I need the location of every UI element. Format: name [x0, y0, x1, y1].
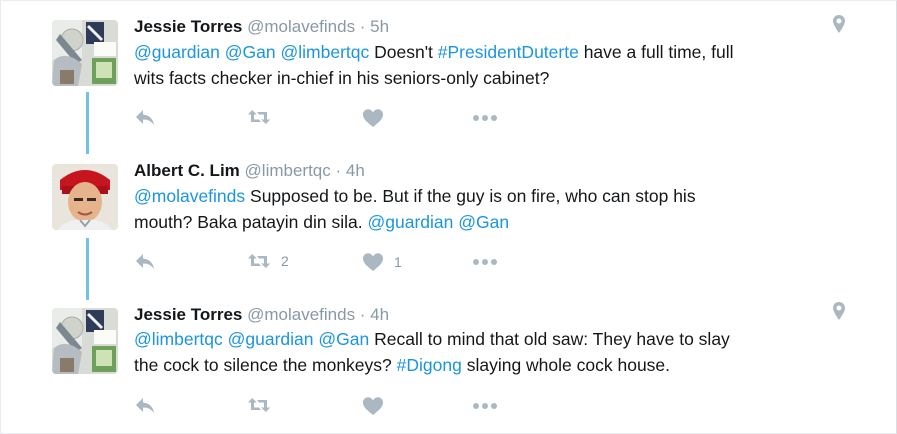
tweet-text-line: @molavefinds Supposed to be. But if the … [134, 183, 834, 209]
more-icon [472, 402, 498, 410]
retweet-icon [247, 108, 271, 126]
tweet-text: @limbertqc @guardian @Gan Recall to mind… [134, 326, 834, 378]
more-icon [472, 114, 498, 122]
tweet-header: Jessie Torres @molavefinds · 5h [134, 17, 389, 37]
timestamp[interactable]: · 4h [331, 161, 364, 180]
fullname[interactable]: Albert C. Lim [134, 161, 240, 180]
tweet-text-segment: the cock to silence the monkeys? [134, 355, 397, 375]
location-pin-icon[interactable] [832, 14, 846, 39]
mention-link[interactable]: @limbertqc [280, 42, 369, 62]
mention-link[interactable]: @Gan [458, 212, 509, 232]
heart-icon [362, 108, 384, 128]
avatar[interactable] [52, 164, 118, 230]
mention-link[interactable]: @Gan [225, 42, 276, 62]
more-button[interactable] [472, 114, 498, 122]
thread-connector [86, 238, 89, 300]
fullname[interactable]: Jessie Torres [134, 305, 242, 324]
tweet-text-line: @limbertqc @guardian @Gan Recall to mind… [134, 326, 834, 352]
mention-link[interactable]: @guardian [134, 42, 220, 62]
tweet-text: @guardian @Gan @limbertqc Doesn't #Presi… [134, 39, 834, 91]
thread-connector [86, 92, 89, 154]
tweet-text-line: mouth? Baka patayin din sila. @guardian … [134, 209, 834, 235]
mention-link[interactable]: @molavefinds [134, 186, 245, 206]
like-button[interactable] [362, 396, 394, 416]
heart-icon [362, 396, 384, 416]
tweet-text-segment: have a full time, full [578, 42, 734, 62]
tweet-text-line: wits facts checker in-chief in his senio… [134, 65, 834, 91]
tweet-text-line: @guardian @Gan @limbertqc Doesn't #Presi… [134, 39, 834, 65]
retweet-icon [247, 252, 271, 270]
reply-button[interactable] [134, 252, 156, 270]
retweet-button[interactable]: 2 [247, 252, 289, 270]
fullname[interactable]: Jessie Torres [134, 17, 242, 36]
like-button[interactable]: 1 [362, 252, 402, 272]
retweet-icon [247, 396, 271, 414]
reply-icon [134, 108, 156, 126]
tweet-header: Albert C. Lim @limbertqc · 4h [134, 161, 365, 181]
timestamp[interactable]: · 5h [355, 17, 389, 36]
username[interactable]: @molavefinds [247, 305, 355, 324]
retweet-button[interactable] [247, 108, 281, 126]
hashtag-link[interactable]: #PresidentDuterte [438, 42, 579, 62]
like-count: 1 [394, 254, 402, 270]
username[interactable]: @limbertqc [245, 161, 331, 180]
retweet-button[interactable] [247, 396, 281, 414]
tweet-text-segment: mouth? Baka patayin din sila. [134, 212, 368, 232]
reply-button[interactable] [134, 396, 156, 414]
hashtag-link[interactable]: #Digong [397, 355, 462, 375]
tweet-text-segment: slaying whole cock house. [461, 355, 671, 375]
retweet-count: 2 [281, 253, 289, 269]
heart-icon [362, 252, 384, 272]
reply-button[interactable] [134, 108, 156, 126]
like-button[interactable] [362, 108, 394, 128]
reply-icon [134, 396, 156, 414]
mention-link[interactable]: @Gan [318, 329, 369, 349]
timestamp[interactable]: · 4h [355, 305, 389, 324]
tweet-header: Jessie Torres @molavefinds · 4h [134, 305, 389, 325]
tweet-text-segment: Recall to mind that old saw: They have t… [369, 329, 730, 349]
username[interactable]: @molavefinds [247, 17, 355, 36]
mention-link[interactable]: @guardian [367, 212, 453, 232]
location-pin-icon[interactable] [832, 301, 846, 326]
avatar[interactable] [52, 20, 118, 86]
tweet-text-line: the cock to silence the monkeys? #Digong… [134, 352, 834, 378]
more-button[interactable] [472, 258, 498, 266]
more-icon [472, 258, 498, 266]
tweet-text-segment: wits facts checker in-chief in his senio… [134, 68, 550, 88]
mention-link[interactable]: @limbertqc [134, 329, 223, 349]
tweet-text-segment: Supposed to be. But if the guy is on fir… [245, 186, 696, 206]
more-button[interactable] [472, 402, 498, 410]
tweet-text: @molavefinds Supposed to be. But if the … [134, 183, 834, 235]
reply-icon [134, 252, 156, 270]
tweet-text-segment: Doesn't [369, 42, 438, 62]
avatar[interactable] [52, 308, 118, 374]
mention-link[interactable]: @guardian [228, 329, 314, 349]
